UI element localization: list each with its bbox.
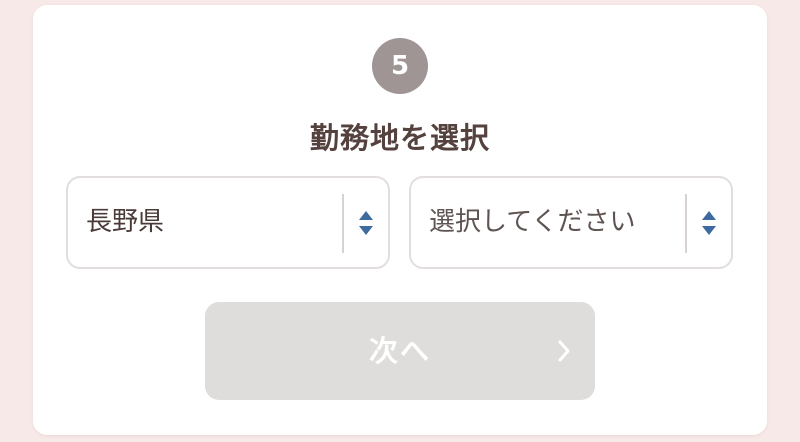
step-card: 5 勤務地を選択 長野県 選択してください 次へ [33,5,767,435]
select-divider [342,194,344,253]
next-button[interactable]: 次へ [205,302,595,400]
step-number-badge: 5 [372,38,428,94]
city-select[interactable]: 選択してください [409,176,733,269]
step-title: 勤務地を選択 [33,115,767,157]
step-title-emphasis: 勤務地 [309,121,400,155]
city-select-placeholder: 選択してください [429,207,636,237]
up-down-arrows-icon [359,211,373,235]
next-button-label: 次へ [368,334,431,368]
chevron-right-icon [558,340,570,362]
up-down-arrows-icon [702,211,716,235]
select-divider [685,194,687,253]
prefecture-select-value: 長野県 [86,207,165,237]
step-title-rest: を選択 [400,121,491,155]
step-number: 5 [390,51,410,81]
prefecture-select[interactable]: 長野県 [66,176,390,269]
